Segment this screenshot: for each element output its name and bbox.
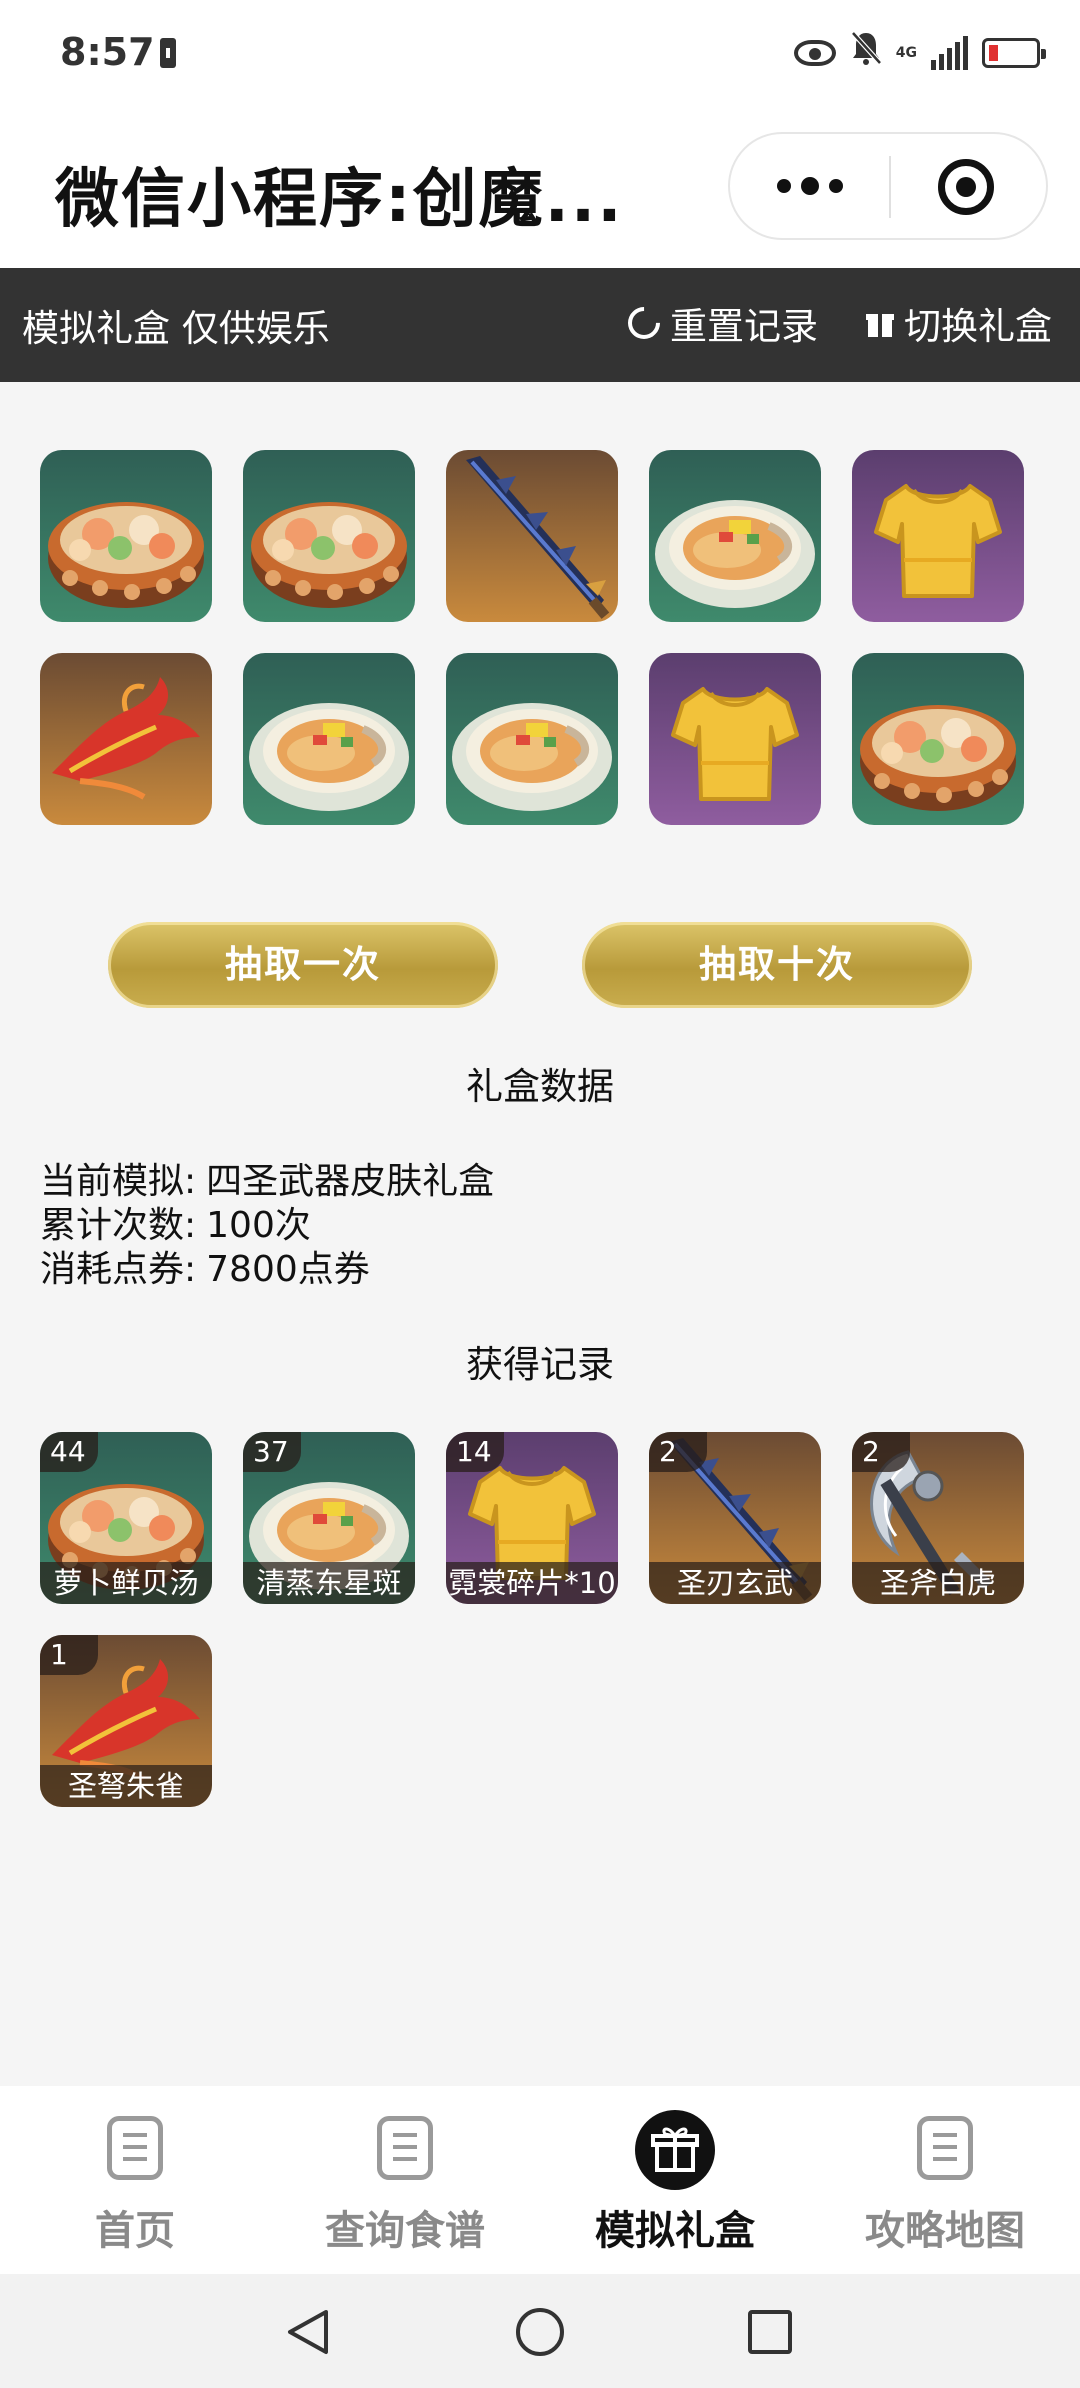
- reset-records-button[interactable]: 重置记录: [621, 296, 818, 350]
- record-item-name: 清蒸东星斑: [243, 1562, 415, 1604]
- reward-item-soup: [243, 450, 415, 622]
- record-item: 2 圣斧白虎: [852, 1432, 1024, 1604]
- record-item-name: 霓裳碎片*10: [446, 1562, 618, 1604]
- dot-icon: [801, 177, 819, 195]
- record-item: 2 圣刃玄武: [649, 1432, 821, 1604]
- tab-recipes[interactable]: 查询食谱: [270, 2086, 540, 2274]
- refresh-icon: [621, 300, 667, 346]
- tab-label: 首页: [95, 2208, 175, 2254]
- record-item-name: 圣斧白虎: [852, 1562, 1024, 1604]
- record-item-name: 萝卜鲜贝汤: [40, 1562, 212, 1604]
- reward-item-shirt: [852, 450, 1024, 622]
- tab-home[interactable]: 首页: [0, 2086, 270, 2274]
- document-icon: [107, 2116, 163, 2180]
- record-item: 1 圣弩朱雀: [40, 1635, 212, 1807]
- reward-item-fish-dish: [649, 450, 821, 622]
- eye-icon: [793, 39, 836, 66]
- gift-icon: [635, 2110, 715, 2190]
- switch-box-label: 切换礼盒: [904, 305, 1052, 348]
- box-data-heading: 礼盒数据: [466, 1065, 614, 1108]
- tab-label: 攻略地图: [865, 2208, 1025, 2254]
- reward-item-fish-dish: [243, 653, 415, 825]
- reset-records-label: 重置记录: [670, 305, 818, 348]
- recents-icon[interactable]: [746, 2308, 794, 2356]
- signal-icon: [931, 35, 968, 70]
- gift-icon: [866, 309, 894, 337]
- document-icon: [917, 2116, 973, 2180]
- toolbar-title: 模拟礼盒 仅供娱乐: [22, 307, 330, 350]
- dot-icon: [829, 179, 843, 193]
- document-icon: [377, 2116, 433, 2180]
- mute-bell-icon: [850, 30, 882, 75]
- capsule-menu: [728, 132, 1048, 240]
- reward-item-soup: [40, 450, 212, 622]
- reward-item-sword: [446, 450, 618, 622]
- cost-value: 7800点券: [206, 1249, 370, 1290]
- record-count-badge: 2: [649, 1432, 707, 1472]
- capsule-divider: [889, 156, 891, 218]
- record-item: 37 清蒸东星斑: [243, 1432, 415, 1604]
- status-time: 8:57: [60, 30, 155, 74]
- record-count-badge: 1: [40, 1635, 98, 1675]
- bottom-tab-bar: 首页 查询食谱 模拟礼盒 攻略地图: [0, 2086, 1080, 2274]
- back-icon[interactable]: [282, 2306, 334, 2358]
- reward-item-phoenix: [40, 653, 212, 825]
- tab-guide-map[interactable]: 攻略地图: [810, 2086, 1080, 2274]
- tab-label: 查询食谱: [325, 2208, 485, 2254]
- page-title: 微信小程序:创魔...: [55, 163, 624, 237]
- record-item: 44 萝卜鲜贝汤: [40, 1432, 212, 1604]
- close-miniprogram-button[interactable]: [938, 159, 994, 215]
- toolbar: 模拟礼盒 仅供娱乐 重置记录 切换礼盒: [0, 268, 1080, 382]
- reward-item-shirt: [649, 653, 821, 825]
- dot-icon: [777, 179, 791, 193]
- record-count-badge: 37: [243, 1432, 301, 1472]
- reward-item-fish-dish: [446, 653, 618, 825]
- draw-ten-button[interactable]: 抽取十次: [582, 922, 972, 1008]
- tab-gift-box[interactable]: 模拟礼盒: [540, 2086, 810, 2274]
- battery-icon: [982, 37, 1046, 68]
- draw-once-button[interactable]: 抽取一次: [108, 922, 498, 1008]
- record-count-badge: 44: [40, 1432, 98, 1472]
- status-icons: 4G: [793, 30, 1046, 75]
- record-item-name: 圣弩朱雀: [40, 1765, 212, 1807]
- status-bar: 8:57 4G: [0, 0, 1080, 106]
- reward-item-soup: [852, 653, 1024, 825]
- home-icon[interactable]: [514, 2306, 566, 2358]
- network-type: 4G: [895, 44, 917, 61]
- records-heading: 获得记录: [466, 1343, 614, 1386]
- tab-label: 模拟礼盒: [595, 2208, 755, 2254]
- more-button[interactable]: [730, 134, 890, 238]
- cost-label: 消耗点券:: [40, 1249, 197, 1290]
- system-nav-bar: [0, 2274, 1080, 2388]
- miniprogram-title-bar: 微信小程序:创魔...: [0, 106, 1080, 268]
- battery-saver-icon: [160, 38, 176, 68]
- record-count-badge: 2: [852, 1432, 910, 1472]
- record-item-name: 圣刃玄武: [649, 1562, 821, 1604]
- record-item: 14 霓裳碎片*10: [446, 1432, 618, 1604]
- switch-box-button[interactable]: 切换礼盒: [866, 296, 1052, 350]
- record-count-badge: 14: [446, 1432, 504, 1472]
- cost-row: 消耗点券: 7800点券: [40, 1240, 370, 1292]
